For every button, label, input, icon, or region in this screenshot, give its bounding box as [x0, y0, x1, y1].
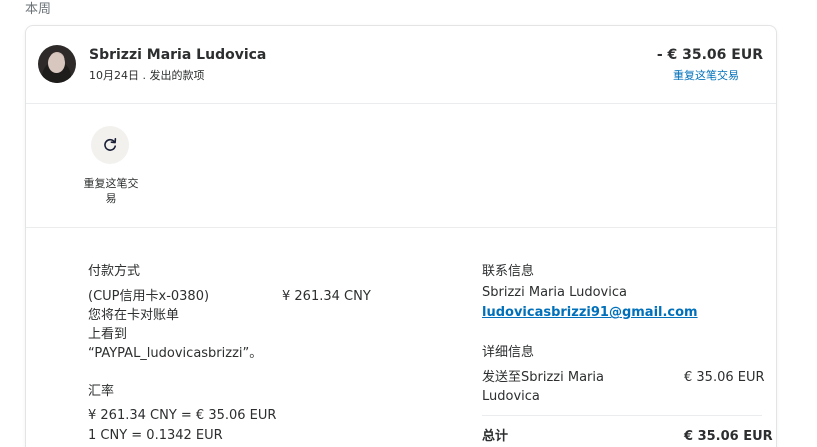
transaction-amount: - € 35.06 EUR [656, 47, 763, 63]
transaction-header[interactable]: Sbrizzi Maria Ludovica 10月24日 . 发出的款项 - … [26, 26, 776, 104]
sent-to-line2: Ludovica [482, 389, 540, 404]
payment-method-line1: (CUP信用卡x-0380) [88, 289, 210, 304]
actions-row: 重复这笔交易 [26, 104, 776, 228]
repeat-button-label: 重复这笔交易 [83, 177, 139, 205]
sent-to-line1: 发送至Sbrizzi Maria [482, 370, 604, 385]
payment-method-line4: “PAYPAL_ludovicasbrizzi”。 [88, 346, 263, 361]
exchange-rate-line2: 1 CNY = 0.1342 EUR [88, 428, 223, 443]
contact-name: Sbrizzi Maria Ludovica [482, 285, 627, 300]
contact-email-link[interactable]: ludovicasbrizzi91@gmail.com [482, 305, 698, 320]
payment-method-line2: 您将在卡对账单 [88, 308, 180, 323]
repeat-transaction-link[interactable]: 重复这笔交易 [673, 67, 739, 83]
section-label-this-week: 本周 [25, 2, 52, 17]
details-heading: 详细信息 [482, 345, 535, 360]
avatar [38, 45, 76, 83]
payment-method-amount: ¥ 261.34 CNY [282, 289, 371, 304]
payee-name: Sbrizzi Maria Ludovica [89, 47, 267, 63]
details-section: 付款方式 (CUP信用卡x-0380) 您将在卡对账单 上看到 “PAYPAL_… [26, 228, 776, 447]
contact-heading: 联系信息 [482, 264, 535, 279]
refresh-icon [104, 138, 117, 151]
transaction-date: 10月24日 . 发出的款项 [89, 69, 205, 82]
sent-amount: € 35.06 EUR [684, 370, 765, 385]
payment-method-line3: 上看到 [88, 327, 128, 342]
total-amount: € 35.06 EUR [684, 429, 773, 444]
total-divider [482, 415, 762, 416]
repeat-button[interactable] [91, 126, 129, 164]
exchange-rate-line1: ¥ 261.34 CNY = € 35.06 EUR [88, 408, 277, 423]
total-label: 总计 [482, 429, 509, 444]
transaction-card: Sbrizzi Maria Ludovica 10月24日 . 发出的款项 - … [25, 25, 777, 447]
payment-method-heading: 付款方式 [88, 264, 141, 279]
exchange-rate-heading: 汇率 [88, 384, 115, 399]
